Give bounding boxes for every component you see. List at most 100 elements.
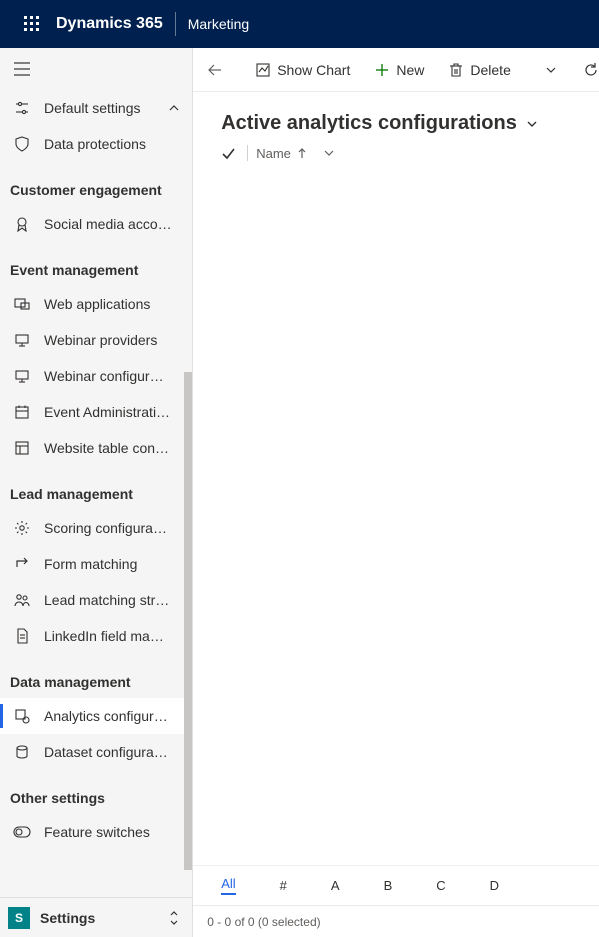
chevron-down-icon xyxy=(543,62,559,78)
nav-item-label: Form matching xyxy=(44,556,182,572)
plus-icon xyxy=(374,62,390,78)
nav-item-webinar-configurations[interactable]: Webinar configur… xyxy=(0,358,192,394)
back-button[interactable] xyxy=(197,52,233,88)
nav-item-web-applications[interactable]: Web applications xyxy=(0,286,192,322)
view-title: Active analytics configurations xyxy=(221,112,517,135)
nav-item-label: Webinar providers xyxy=(44,332,182,348)
nav-item-website-table-configurations[interactable]: Website table con… xyxy=(0,430,192,466)
nav-item-label: Website table con… xyxy=(44,440,182,456)
chevron-down-icon[interactable] xyxy=(323,147,335,159)
monitor-icon xyxy=(12,366,32,386)
area-tile: S xyxy=(8,907,30,929)
hamburger-icon xyxy=(12,59,32,79)
grid-footer: 0 - 0 of 0 (0 selected) xyxy=(193,905,599,937)
nav-group-lead-management: Lead management xyxy=(0,466,192,510)
column-label: Name xyxy=(256,146,291,161)
view-selector[interactable]: Active analytics configurations xyxy=(193,92,599,145)
nav-item-scoring-configurations[interactable]: Scoring configura… xyxy=(0,510,192,546)
grid-column-headers: Name xyxy=(193,145,599,170)
nav-item-label: Lead matching str… xyxy=(44,592,182,608)
alpha-filter-d[interactable]: D xyxy=(490,878,499,893)
new-button[interactable]: New xyxy=(364,52,434,88)
nav-item-label: Web applications xyxy=(44,296,182,312)
arrow-corner-icon xyxy=(12,554,32,574)
nav-item-lead-matching-strategies[interactable]: Lead matching str… xyxy=(0,582,192,618)
monitor-icon xyxy=(12,330,32,350)
nav-item-analytics-configurations[interactable]: Analytics configur… xyxy=(0,698,192,734)
toggle-icon xyxy=(12,822,32,842)
record-count-text: 0 - 0 of 0 (0 selected) xyxy=(207,915,320,929)
command-label: New xyxy=(396,62,424,78)
nav-scrollbar[interactable] xyxy=(184,372,192,897)
show-chart-button[interactable]: Show Chart xyxy=(245,52,360,88)
nav-item-event-administration[interactable]: Event Administrati… xyxy=(0,394,192,430)
sliders-icon xyxy=(12,98,32,118)
nav-item-dataset-configurations[interactable]: Dataset configura… xyxy=(0,734,192,770)
nav-item-label: Data protections xyxy=(44,136,182,152)
alpha-filter-all[interactable]: All xyxy=(221,876,235,895)
nav-group-data-management: Data management xyxy=(0,654,192,698)
area-switcher-label: Settings xyxy=(40,910,154,926)
alpha-filter-bar: All # A B C D xyxy=(193,865,599,905)
command-label: Delete xyxy=(470,62,510,78)
sort-ascending-icon xyxy=(297,147,307,159)
dataset-icon xyxy=(12,742,32,762)
nav-item-label: Dataset configura… xyxy=(44,744,182,760)
app-launcher-button[interactable] xyxy=(8,0,56,48)
calendar-icon xyxy=(12,402,32,422)
header-divider xyxy=(175,12,176,36)
product-name[interactable]: Dynamics 365 xyxy=(56,15,171,33)
nav-item-data-protections[interactable]: Data protections xyxy=(0,126,192,162)
column-header-name[interactable]: Name xyxy=(256,146,335,161)
grid-body-empty xyxy=(193,170,599,865)
refresh-icon xyxy=(583,62,599,78)
alpha-filter-c[interactable]: C xyxy=(436,878,445,893)
analytics-icon xyxy=(12,706,32,726)
shield-icon xyxy=(12,134,32,154)
select-all-checkbox[interactable] xyxy=(217,146,239,160)
nav-item-label: Webinar configur… xyxy=(44,368,182,384)
delete-split-button[interactable] xyxy=(533,52,569,88)
document-icon xyxy=(12,626,32,646)
nav-group-other-settings: Other settings xyxy=(0,770,192,814)
nav-item-social-media-accounts[interactable]: Social media acco… xyxy=(0,206,192,242)
area-switcher[interactable]: S Settings xyxy=(0,897,192,937)
refresh-button[interactable] xyxy=(573,52,599,88)
column-separator xyxy=(247,145,248,161)
people-icon xyxy=(12,590,32,610)
delete-button[interactable]: Delete xyxy=(438,52,520,88)
nav-item-label: Default settings xyxy=(44,100,154,116)
web-app-icon xyxy=(12,294,32,314)
area-switcher-updown-icon xyxy=(164,903,184,933)
chart-icon xyxy=(255,62,271,78)
nav-item-label: LinkedIn field ma… xyxy=(44,628,182,644)
nav-item-label: Feature switches xyxy=(44,824,182,840)
layout-icon xyxy=(12,438,32,458)
nav-group-event-management: Event management xyxy=(0,242,192,286)
main-content: Show Chart New Delete xyxy=(193,48,599,937)
nav-item-default-settings[interactable]: Default settings xyxy=(0,90,192,126)
alpha-filter-hash[interactable]: # xyxy=(280,878,287,893)
chevron-down-icon xyxy=(525,117,539,131)
nav-item-feature-switches[interactable]: Feature switches xyxy=(0,814,192,850)
nav-item-label: Social media acco… xyxy=(44,216,182,232)
nav-item-label: Analytics configur… xyxy=(44,708,182,724)
gear-icon xyxy=(12,518,32,538)
nav-item-label: Event Administrati… xyxy=(44,404,182,420)
app-area-name[interactable]: Marketing xyxy=(188,16,249,32)
ribbon-icon xyxy=(12,214,32,234)
alpha-filter-b[interactable]: B xyxy=(384,878,393,893)
nav-item-form-matching[interactable]: Form matching xyxy=(0,546,192,582)
site-map-nav: Default settings Data protections Custom… xyxy=(0,48,193,937)
trash-icon xyxy=(448,62,464,78)
chevron-up-icon xyxy=(166,100,182,116)
nav-collapse-button[interactable] xyxy=(0,48,192,90)
alpha-filter-a[interactable]: A xyxy=(331,878,340,893)
nav-item-linkedin-field-mappings[interactable]: LinkedIn field ma… xyxy=(0,618,192,654)
scrollbar-thumb[interactable] xyxy=(184,372,192,870)
checkmark-icon xyxy=(221,146,235,160)
nav-item-webinar-providers[interactable]: Webinar providers xyxy=(0,322,192,358)
global-header: Dynamics 365 Marketing xyxy=(0,0,599,48)
command-label: Show Chart xyxy=(277,62,350,78)
nav-group-customer-engagement: Customer engagement xyxy=(0,162,192,206)
